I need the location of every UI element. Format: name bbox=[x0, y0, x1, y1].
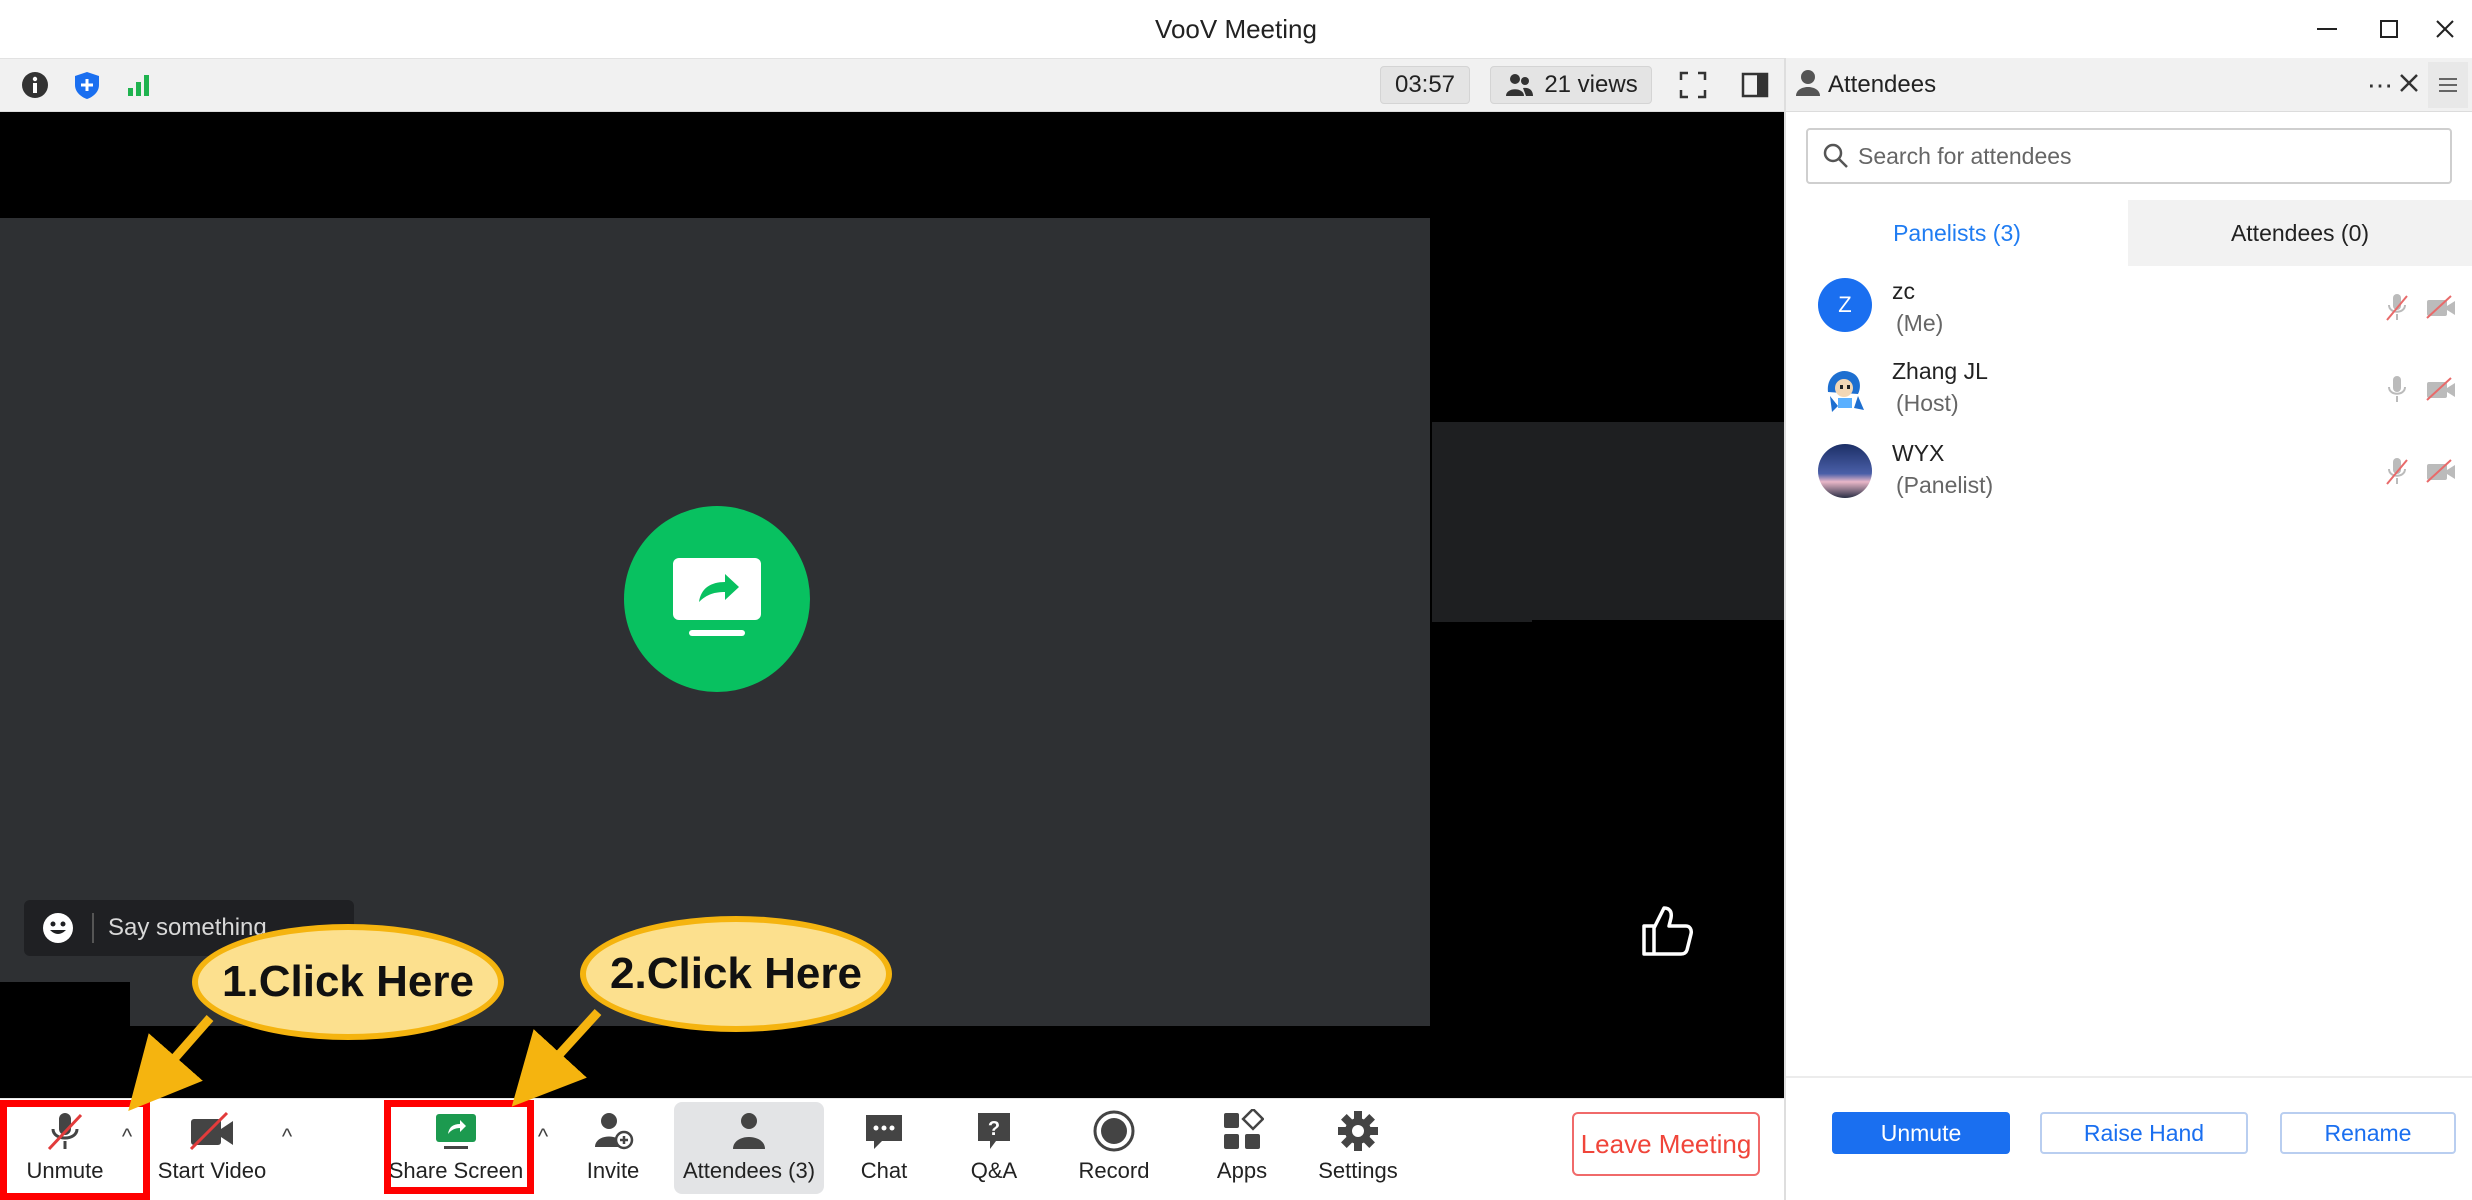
panel-menu-button[interactable] bbox=[2428, 62, 2468, 108]
tab-panelists[interactable]: Panelists (3) bbox=[1786, 200, 2128, 266]
person-name: Zhang JL bbox=[1892, 358, 1988, 384]
person-role: (Me) bbox=[1896, 310, 1944, 336]
hamburger-icon bbox=[2439, 78, 2457, 92]
callout-step2-text: 2.Click Here bbox=[610, 949, 862, 998]
person-role: (Panelist) bbox=[1896, 472, 1994, 498]
panel-divider bbox=[1786, 1076, 2472, 1078]
mic-muted-icon bbox=[2380, 290, 2414, 324]
more-icon: ⋯ bbox=[2367, 70, 2393, 100]
camera-off-icon bbox=[2424, 454, 2458, 488]
mic-muted-icon bbox=[2380, 454, 2414, 488]
tab-attendees[interactable]: Attendees (0) bbox=[2128, 200, 2472, 266]
callout-step2: 2.Click Here bbox=[580, 916, 892, 1032]
list-item[interactable] bbox=[1786, 430, 2472, 510]
callout-step1-text: 1.Click Here bbox=[222, 957, 474, 1006]
search-attendees-input[interactable]: Search for attendees bbox=[1806, 128, 2452, 184]
rename-button[interactable]: Rename bbox=[2280, 1112, 2456, 1154]
arrow-step2 bbox=[511, 1008, 602, 1107]
camera-off-icon bbox=[2424, 290, 2458, 324]
panel-title: Attendees bbox=[1828, 71, 1937, 98]
search-placeholder: Search for attendees bbox=[1858, 142, 2072, 169]
callout-step1: 1.Click Here bbox=[192, 924, 504, 1040]
panel-close-button[interactable] bbox=[2394, 68, 2426, 102]
camera-off-icon bbox=[2424, 372, 2458, 406]
person-name: zc bbox=[1892, 278, 1915, 304]
search-icon bbox=[1823, 143, 1848, 168]
arrow-step1 bbox=[128, 1015, 214, 1112]
mic-icon bbox=[2380, 372, 2414, 406]
person-icon bbox=[1796, 70, 1820, 96]
panel-unmute-button[interactable]: Unmute bbox=[1832, 1112, 2010, 1154]
list-item[interactable] bbox=[1786, 348, 2472, 428]
avatar bbox=[1818, 444, 1872, 498]
person-name: WYX bbox=[1892, 440, 1945, 466]
avatar bbox=[1818, 362, 1872, 416]
avatar: Z bbox=[1818, 278, 1872, 332]
close-icon bbox=[2400, 74, 2418, 92]
raise-hand-button[interactable]: Raise Hand bbox=[2040, 1112, 2248, 1154]
person-role: (Host) bbox=[1896, 390, 1959, 416]
list-item[interactable] bbox=[1786, 266, 2472, 346]
